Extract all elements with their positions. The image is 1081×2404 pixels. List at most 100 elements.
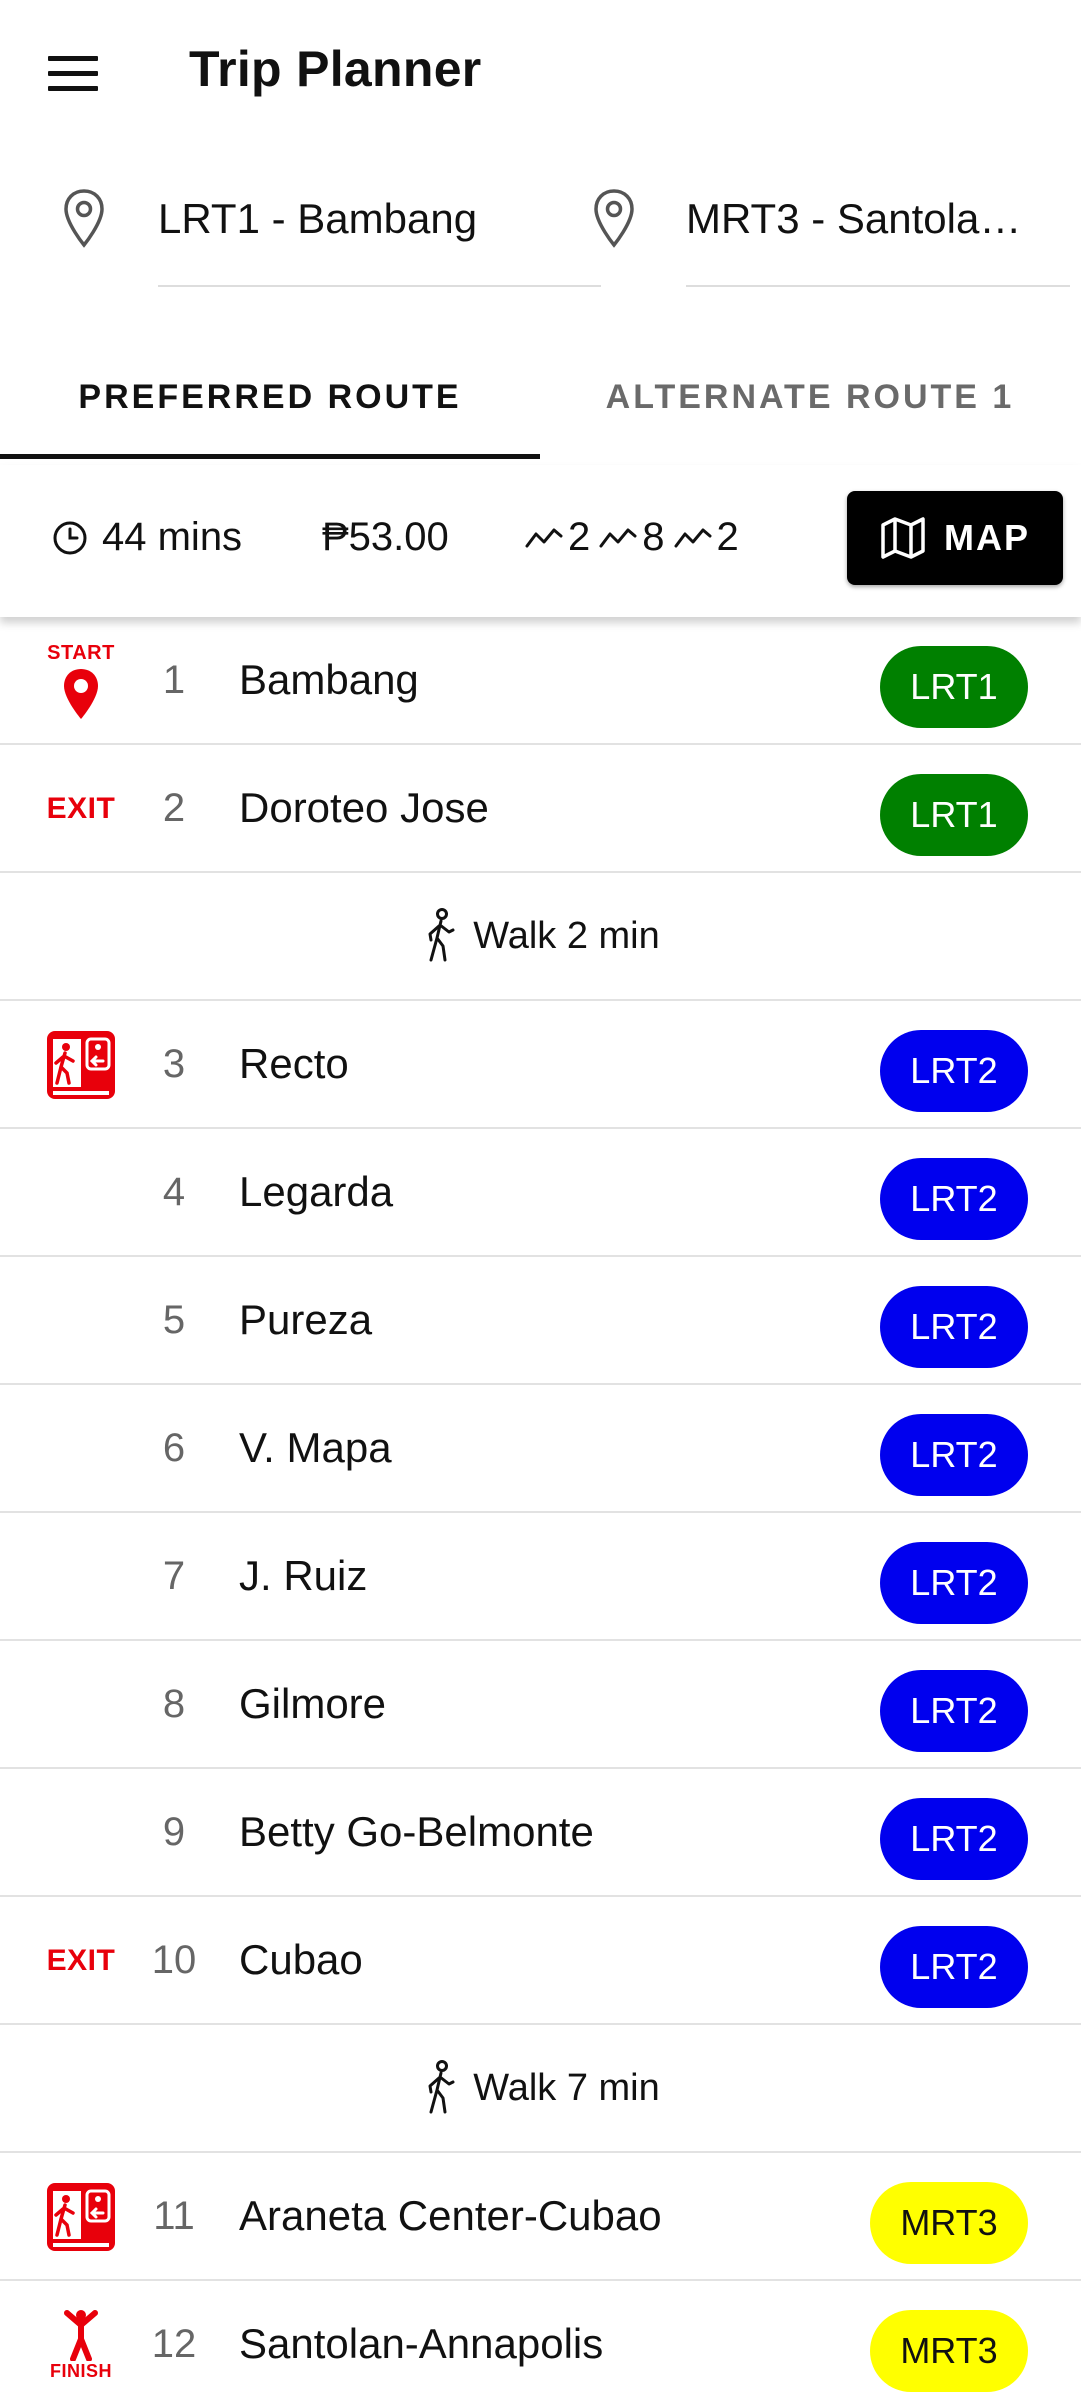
line-badge: LRT2 xyxy=(880,1030,1028,1112)
trip-duration: 44 mins xyxy=(52,515,242,560)
line-badge: LRT2 xyxy=(880,1542,1028,1624)
origin-station-value: LRT1 - Bambang xyxy=(158,195,478,242)
stop-number: 11 xyxy=(153,2194,195,2238)
segment-count-value: 8 xyxy=(642,515,665,559)
line-badge: LRT2 xyxy=(880,1798,1028,1880)
station-stop-row[interactable]: 4 Legarda LRT2 xyxy=(0,1129,1081,1257)
station-stop-row[interactable]: 11 Araneta Center-Cubao MRT3 xyxy=(0,2153,1081,2281)
location-pin-icon xyxy=(64,189,104,248)
line-badge: LRT1 xyxy=(880,646,1028,728)
station-name: Recto xyxy=(239,1040,349,1087)
hamburger-menu-icon[interactable] xyxy=(40,45,106,101)
origin-field-underline xyxy=(158,285,601,287)
line-badge: LRT2 xyxy=(880,1158,1028,1240)
station-name: Bambang xyxy=(239,656,419,703)
finish-person-icon xyxy=(64,2309,98,2361)
walk-duration-text: Walk 2 min xyxy=(473,914,660,957)
start-pin-icon xyxy=(64,668,98,719)
route-summary-bar: 44 mins ₱53.00 2 8 2 MAP xyxy=(0,465,1081,617)
destination-station-field[interactable]: MRT3 - Santolan... xyxy=(590,175,1081,287)
station-stop-row[interactable]: 6 V. Mapa LRT2 xyxy=(0,1385,1081,1513)
station-name: Legarda xyxy=(239,1168,394,1215)
walking-person-icon xyxy=(428,908,455,962)
stop-number: 6 xyxy=(162,1426,186,1470)
finish-marker: FINISH xyxy=(36,2301,126,2389)
app-bar: Trip Planner xyxy=(0,0,1081,150)
stop-number: 2 xyxy=(162,786,186,830)
stop-number: 7 xyxy=(162,1554,186,1598)
walk-transfer-row: Walk 7 min xyxy=(0,2025,1081,2153)
transfer-marker xyxy=(36,1021,126,1109)
stop-number: 9 xyxy=(162,1810,186,1854)
station-stop-row[interactable]: EXIT 10 Cubao LRT2 xyxy=(0,1897,1081,2025)
segment-count-3: 2 xyxy=(673,515,739,560)
route-tabs: PREFERRED ROUTE ALTERNATE ROUTE 1 xyxy=(0,335,1081,459)
stop-number: 3 xyxy=(162,1042,186,1086)
station-stop-row[interactable]: START 1 Bambang LRT1 xyxy=(0,617,1081,745)
exit-label: EXIT xyxy=(46,1944,116,1977)
station-name: Doroteo Jose xyxy=(239,784,489,831)
line-badge: LRT2 xyxy=(880,1286,1028,1368)
station-entrance-icon xyxy=(47,2183,115,2251)
finish-label: FINISH xyxy=(49,2360,112,2381)
stop-number: 8 xyxy=(162,1682,186,1726)
tab-preferred-route[interactable]: PREFERRED ROUTE xyxy=(0,335,540,459)
clock-icon xyxy=(53,521,87,554)
line-badge: LRT2 xyxy=(880,1926,1028,2008)
stop-number: 10 xyxy=(151,1938,197,1982)
stop-number: 12 xyxy=(151,2322,197,2366)
exit-label: EXIT xyxy=(46,792,116,825)
walk-duration-text: Walk 7 min xyxy=(473,2066,660,2109)
station-name: J. Ruiz xyxy=(239,1552,368,1599)
map-button[interactable]: MAP xyxy=(847,491,1063,585)
exit-marker: EXIT xyxy=(36,1917,126,2005)
segment-count-value: 2 xyxy=(568,515,591,559)
station-name: Santolan-Annapolis xyxy=(239,2320,604,2367)
page-title: Trip Planner xyxy=(189,41,482,97)
station-name: Pureza xyxy=(239,1296,373,1343)
duration-text: 44 mins xyxy=(102,515,243,559)
station-name: Araneta Center-Cubao xyxy=(239,2192,662,2239)
line-badge: MRT3 xyxy=(870,2310,1028,2392)
station-entrance-icon xyxy=(47,1031,115,1099)
trip-fare: ₱53.00 xyxy=(322,515,449,559)
segment-count-2: 8 xyxy=(598,515,665,560)
start-label: START xyxy=(47,641,115,664)
tab-alternate-route-1[interactable]: ALTERNATE ROUTE 1 xyxy=(540,335,1080,459)
station-stop-row[interactable]: 3 Recto LRT2 xyxy=(0,1001,1081,1129)
station-name: Gilmore xyxy=(239,1680,387,1727)
walking-person-icon xyxy=(428,2060,455,2114)
station-stop-row[interactable]: 9 Betty Go-Belmonte LRT2 xyxy=(0,1769,1081,1897)
segment-count-1: 2 xyxy=(524,515,590,560)
location-pin-icon xyxy=(594,189,634,248)
line-badge: LRT1 xyxy=(880,774,1028,856)
destination-station-value: MRT3 - Santolan... xyxy=(686,195,1026,242)
map-button-label: MAP xyxy=(944,517,1030,558)
route-line-icon xyxy=(599,528,637,547)
route-line-icon xyxy=(525,528,563,547)
destination-field-underline xyxy=(686,285,1070,287)
map-icon xyxy=(881,517,925,559)
line-badge: LRT2 xyxy=(880,1670,1028,1752)
station-stop-row[interactable]: 7 J. Ruiz LRT2 xyxy=(0,1513,1081,1641)
exit-marker: EXIT xyxy=(36,765,126,853)
line-badge: LRT2 xyxy=(880,1414,1028,1496)
stop-number: 5 xyxy=(162,1298,186,1342)
station-stop-row[interactable]: 5 Pureza LRT2 xyxy=(0,1257,1081,1385)
stop-number: 1 xyxy=(162,658,186,702)
origin-station-field[interactable]: LRT1 - Bambang xyxy=(60,175,601,287)
walk-transfer-row: Walk 2 min xyxy=(0,873,1081,1001)
station-counts: 2 8 2 xyxy=(524,515,747,560)
station-name: Cubao xyxy=(239,1936,363,1983)
route-stop-list: START 1 Bambang LRT1 EXIT 2 Doroteo Jose LRT1 Wa… xyxy=(0,617,1081,2404)
station-stop-row[interactable]: 8 Gilmore LRT2 xyxy=(0,1641,1081,1769)
route-line-icon xyxy=(674,528,711,547)
line-badge: MRT3 xyxy=(870,2182,1028,2264)
start-marker: START xyxy=(36,637,126,725)
station-name: Betty Go-Belmonte xyxy=(239,1808,594,1855)
station-name: V. Mapa xyxy=(239,1424,392,1471)
station-stop-row[interactable]: FINISH 12 Santolan-Annapolis MRT3 xyxy=(0,2281,1081,2404)
station-stop-row[interactable]: EXIT 2 Doroteo Jose LRT1 xyxy=(0,745,1081,873)
stop-number: 4 xyxy=(162,1170,186,1214)
segment-count-value: 2 xyxy=(716,515,739,559)
